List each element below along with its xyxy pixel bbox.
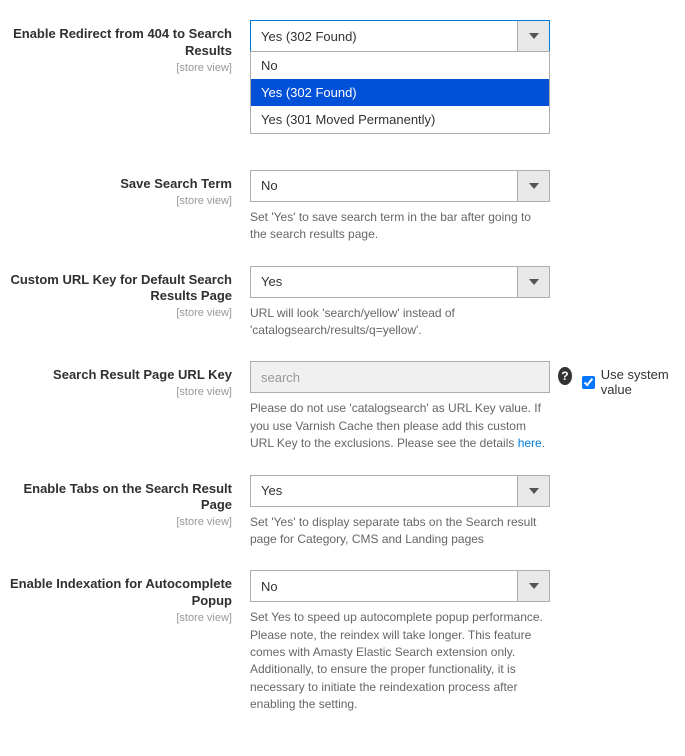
label-col: Custom URL Key for Default Search Result… — [10, 266, 250, 320]
field-col: Yes Set 'Yes' to display separate tabs o… — [250, 475, 550, 549]
help-icon[interactable]: ? — [558, 367, 572, 385]
helper-post: . — [542, 436, 545, 450]
scope-label: [store view] — [10, 195, 232, 207]
field-label: Save Search Term — [10, 176, 232, 193]
field-label: Custom URL Key for Default Search Result… — [10, 272, 232, 306]
label-col: Search Result Page URL Key [store view] — [10, 361, 250, 398]
chevron-down-icon — [517, 21, 549, 51]
field-label: Enable Indexation for Autocomplete Popup — [10, 576, 232, 610]
field-row-enable-indexation: Enable Indexation for Autocomplete Popup… — [10, 570, 675, 713]
helper-text: Set 'Yes' to display separate tabs on th… — [250, 514, 550, 549]
select-value: Yes (302 Found) — [261, 29, 357, 44]
label-col: Enable Tabs on the Search Result Page [s… — [10, 475, 250, 529]
chevron-down-icon — [517, 171, 549, 201]
scope-label: [store view] — [10, 516, 232, 528]
select-value: No — [261, 579, 278, 594]
dropdown-option-no[interactable]: No — [251, 52, 549, 79]
scope-label: [store view] — [10, 386, 232, 398]
scope-label: [store view] — [10, 307, 232, 319]
helper-here-link[interactable]: here — [518, 436, 542, 450]
extra-col: ? Use system value — [550, 361, 675, 397]
use-system-checkbox-input[interactable] — [582, 376, 595, 389]
save-term-select[interactable]: No — [250, 170, 550, 202]
custom-url-key-select[interactable]: Yes — [250, 266, 550, 298]
helper-text: Set 'Yes' to save search term in the bar… — [250, 209, 550, 244]
chevron-down-icon — [517, 267, 549, 297]
helper-pre: Please do not use 'catalogsearch' as URL… — [250, 401, 541, 450]
field-col: Please do not use 'catalogsearch' as URL… — [250, 361, 550, 452]
helper-text: Please do not use 'catalogsearch' as URL… — [250, 400, 550, 452]
chevron-down-icon — [517, 571, 549, 601]
label-col: Save Search Term [store view] — [10, 170, 250, 207]
select-wrap: Yes (302 Found) No Yes (302 Found) Yes (… — [250, 20, 550, 52]
enable-indexation-select[interactable]: No — [250, 570, 550, 602]
select-value: Yes — [261, 274, 282, 289]
field-col: Yes (302 Found) No Yes (302 Found) Yes (… — [250, 20, 550, 52]
enable-tabs-select[interactable]: Yes — [250, 475, 550, 507]
redirect-404-dropdown: No Yes (302 Found) Yes (301 Moved Perman… — [250, 51, 550, 134]
field-col: No Set Yes to speed up autocomplete popu… — [250, 570, 550, 713]
field-col: No Set 'Yes' to save search term in the … — [250, 170, 550, 244]
field-row-enable-tabs: Enable Tabs on the Search Result Page [s… — [10, 475, 675, 549]
field-row-url-key: Search Result Page URL Key [store view] … — [10, 361, 675, 452]
select-value: No — [261, 178, 278, 193]
chevron-down-icon — [517, 476, 549, 506]
redirect-404-select[interactable]: Yes (302 Found) — [250, 20, 550, 52]
label-col: Enable Indexation for Autocomplete Popup… — [10, 570, 250, 624]
field-row-save-term: Save Search Term [store view] No Set 'Ye… — [10, 170, 675, 244]
scope-label: [store view] — [10, 612, 232, 624]
select-value: Yes — [261, 483, 282, 498]
helper-text: URL will look 'search/yellow' instead of… — [250, 305, 550, 340]
dropdown-option-302[interactable]: Yes (302 Found) — [251, 79, 549, 106]
use-system-label: Use system value — [601, 367, 675, 397]
dropdown-option-301[interactable]: Yes (301 Moved Permanently) — [251, 106, 549, 133]
field-label: Enable Tabs on the Search Result Page — [10, 481, 232, 515]
use-system-checkbox[interactable]: Use system value — [582, 367, 675, 397]
field-row-redirect-404: Enable Redirect from 404 to Search Resul… — [10, 20, 675, 74]
field-label: Search Result Page URL Key — [10, 367, 232, 384]
field-row-custom-url-key: Custom URL Key for Default Search Result… — [10, 266, 675, 340]
field-label: Enable Redirect from 404 to Search Resul… — [10, 26, 232, 60]
label-col: Enable Redirect from 404 to Search Resul… — [10, 20, 250, 74]
field-col: Yes URL will look 'search/yellow' instea… — [250, 266, 550, 340]
scope-label: [store view] — [10, 62, 232, 74]
url-key-input[interactable] — [250, 361, 550, 393]
helper-text: Set Yes to speed up autocomplete popup p… — [250, 609, 550, 713]
